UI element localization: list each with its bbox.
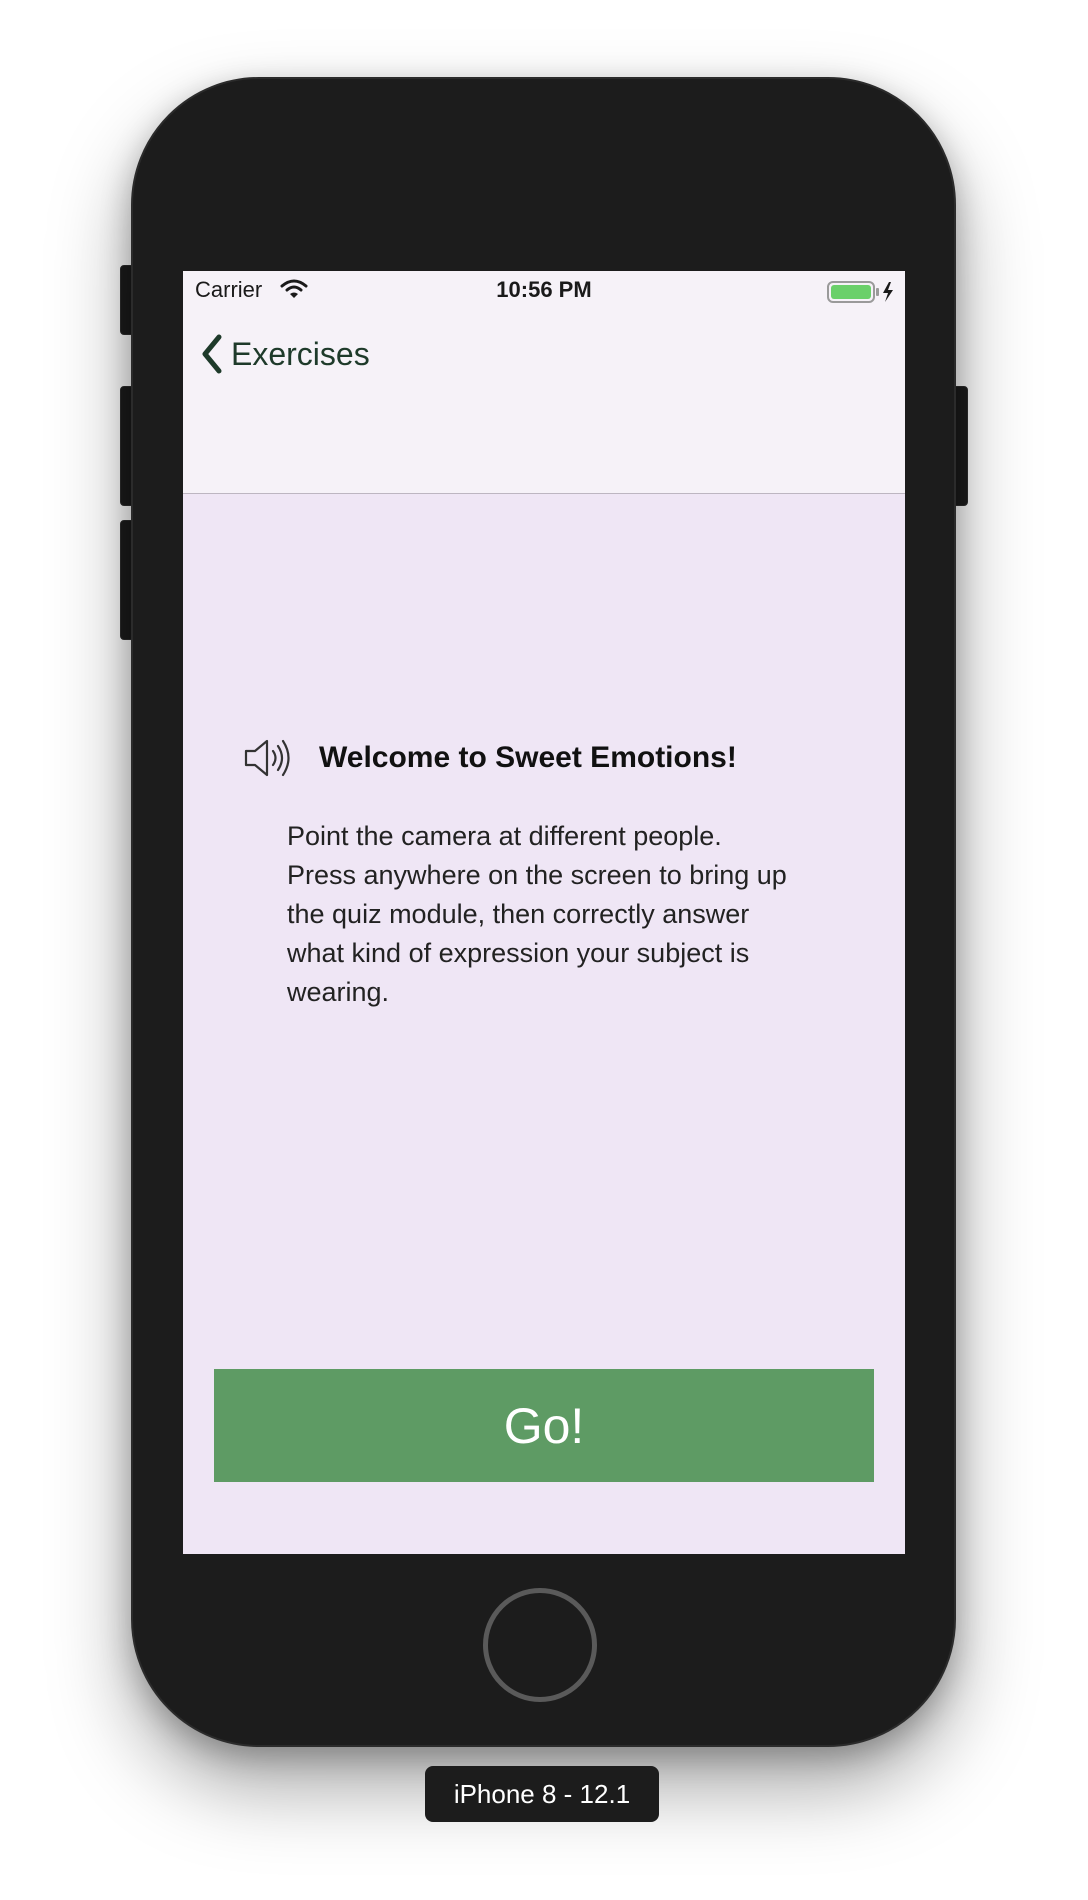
simulator-stage: Carrier 10:56 PM Exercises Welcome to Sw…: [0, 0, 1088, 1900]
speaker-icon[interactable]: [243, 736, 295, 780]
welcome-header: Welcome to Sweet Emotions!: [243, 736, 863, 780]
home-button[interactable]: [483, 1588, 597, 1702]
back-button[interactable]: Exercises: [197, 329, 370, 379]
welcome-title: Welcome to Sweet Emotions!: [319, 741, 737, 774]
status-time: 10:56 PM: [496, 277, 592, 302]
app-screen[interactable]: Carrier 10:56 PM Exercises Welcome to Sw…: [183, 271, 905, 1554]
go-button[interactable]: Go!: [214, 1369, 874, 1482]
back-button-label: Exercises: [231, 335, 370, 372]
instructions-text: Point the camera at different people. Pr…: [287, 821, 787, 1007]
status-bar: Carrier 10:56 PM: [183, 271, 905, 311]
battery-charging-icon: [827, 281, 893, 303]
device-label: iPhone 8 - 12.1: [425, 1766, 659, 1822]
chevron-left-icon: [202, 334, 222, 374]
navigation-bar: Carrier 10:56 PM Exercises: [183, 271, 905, 494]
